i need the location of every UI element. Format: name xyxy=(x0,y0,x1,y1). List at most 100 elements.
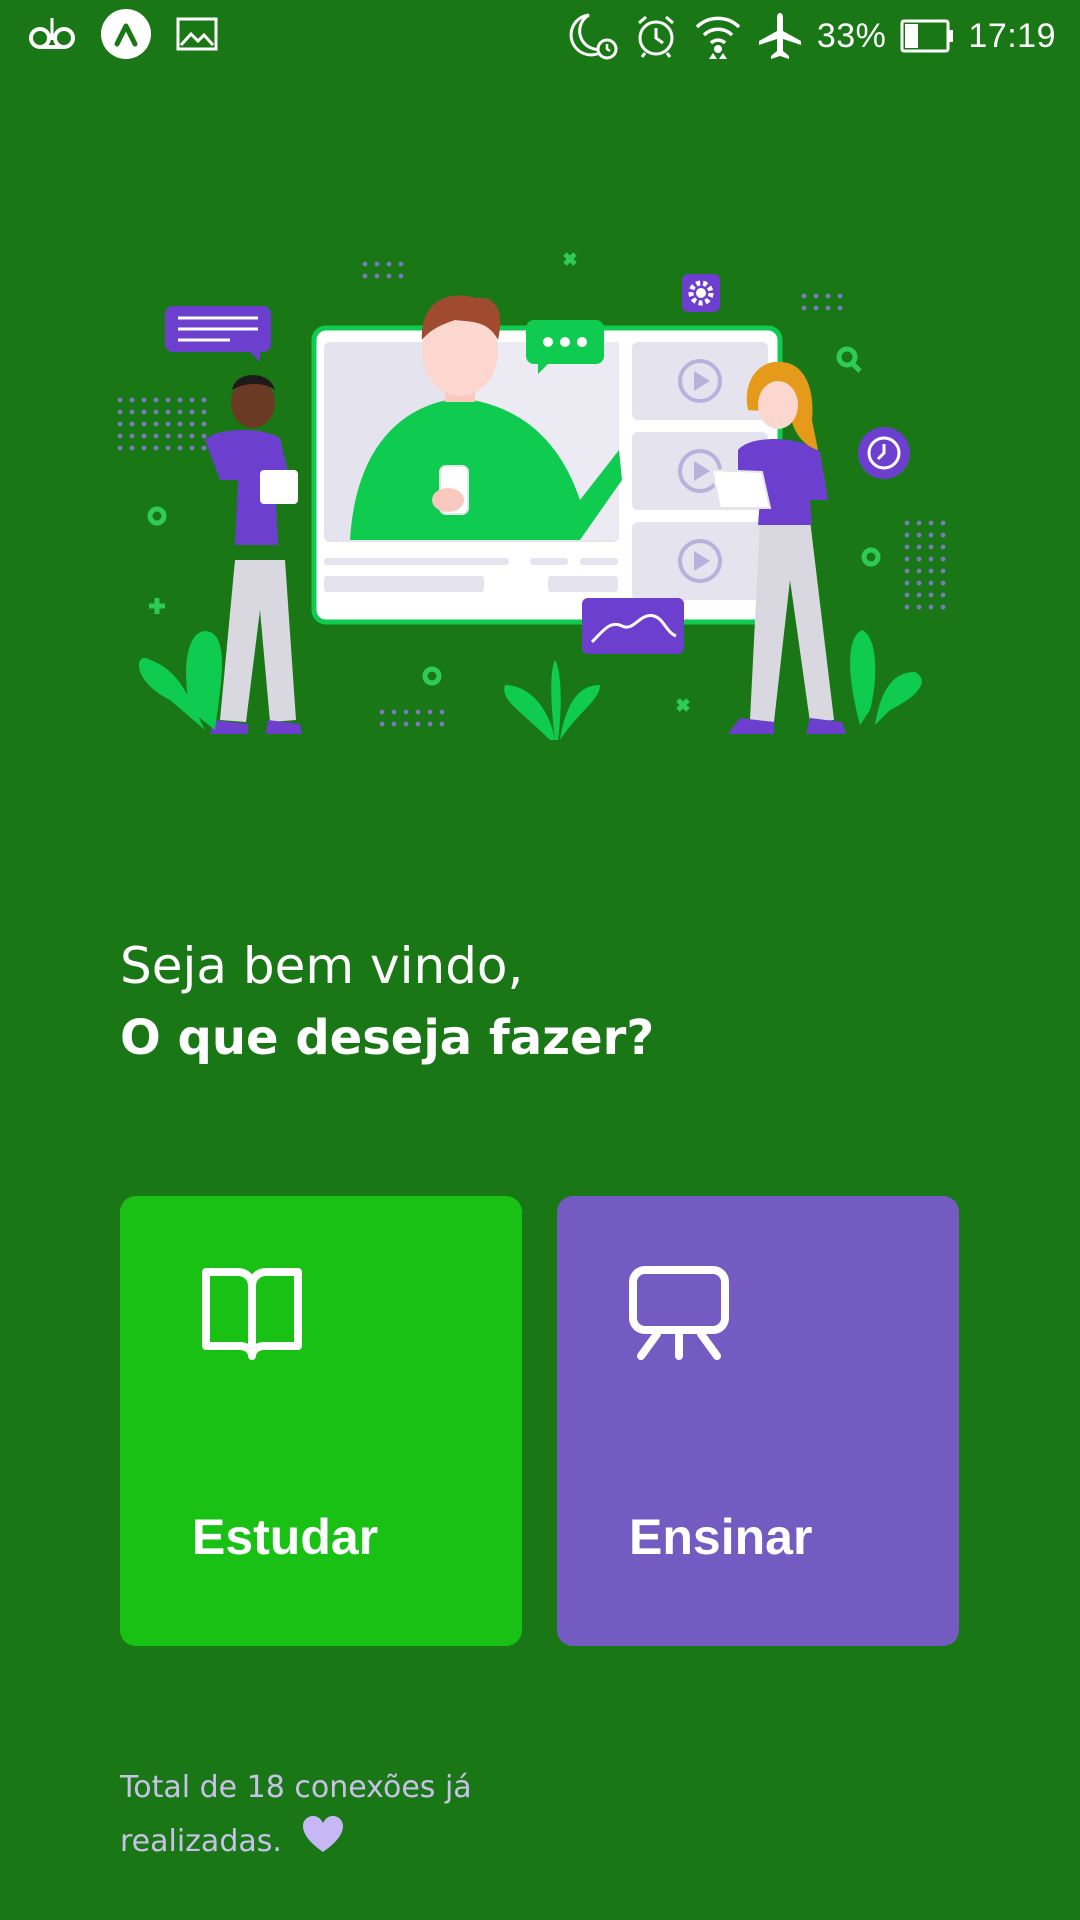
decor-dot xyxy=(415,709,421,715)
decor-dot xyxy=(904,544,910,550)
decor-dot xyxy=(940,592,946,598)
decor-dot xyxy=(153,433,159,439)
connections-counter: Total de 18 conexões já realizadas. xyxy=(120,1762,540,1871)
decor-dot xyxy=(439,709,445,715)
decor-dot xyxy=(904,532,910,538)
decor-dot xyxy=(928,556,934,562)
decor-dot xyxy=(189,433,195,439)
decor-dot xyxy=(189,397,195,403)
greeting: Seja bem vindo, O que deseja fazer? xyxy=(120,930,980,1074)
decor-dot xyxy=(374,261,380,267)
decor-dot xyxy=(129,409,135,415)
decor-dot xyxy=(177,397,183,403)
decor-dot xyxy=(928,592,934,598)
hero-illustration xyxy=(110,240,970,760)
decor-dot xyxy=(916,568,922,574)
decor-dot xyxy=(141,421,147,427)
decor-dot xyxy=(904,580,910,586)
decor-dot xyxy=(117,397,123,403)
decor-dot xyxy=(141,445,147,451)
decor-dot xyxy=(813,305,819,311)
decor-dot xyxy=(801,305,807,311)
decor-dot xyxy=(825,305,831,311)
decor-dot xyxy=(117,433,123,439)
airplane-mode-icon xyxy=(757,11,803,61)
decor-dot xyxy=(916,532,922,538)
decor-dot xyxy=(129,397,135,403)
teach-button[interactable]: Ensinar xyxy=(557,1196,959,1646)
decor-dot xyxy=(398,261,404,267)
decor-dot xyxy=(165,433,171,439)
decor-dot xyxy=(201,397,207,403)
decor-dot xyxy=(904,604,910,610)
question-heading: O que deseja fazer? xyxy=(120,1010,655,1066)
decor-dot xyxy=(813,293,819,299)
do-not-disturb-alarm-icon xyxy=(567,11,619,61)
decor-dot xyxy=(837,293,843,299)
decor-dot xyxy=(165,445,171,451)
decor-dot xyxy=(928,544,934,550)
decor-dot xyxy=(928,532,934,538)
decor-dot xyxy=(427,721,433,727)
decor-dot xyxy=(189,409,195,415)
decor-dot xyxy=(129,421,135,427)
decor-dot xyxy=(916,580,922,586)
decor-dot xyxy=(153,445,159,451)
study-label: Estudar xyxy=(192,1509,379,1565)
decor-dot xyxy=(153,421,159,427)
decor-dot xyxy=(940,520,946,526)
decor-dot xyxy=(117,445,123,451)
app-badge-icon xyxy=(100,8,152,60)
decor-dot xyxy=(201,409,207,415)
decor-dot xyxy=(177,445,183,451)
battery-percent: 33% xyxy=(816,16,887,55)
decor-dot xyxy=(165,421,171,427)
decor-dot xyxy=(928,604,934,610)
teach-label: Ensinar xyxy=(629,1509,813,1565)
voicemail-icon xyxy=(28,14,76,54)
decor-dot xyxy=(403,721,409,727)
decor-dot xyxy=(916,556,922,562)
status-bar: 33% 17:19 xyxy=(0,0,1080,72)
connections-text-line2: realizadas. xyxy=(120,1824,282,1859)
welcome-text: Seja bem vindo, xyxy=(120,937,524,995)
decor-dot xyxy=(940,532,946,538)
decor-dot xyxy=(201,445,207,451)
decor-dot xyxy=(837,305,843,311)
decor-dot xyxy=(904,568,910,574)
decor-dot xyxy=(403,709,409,715)
decor-dot xyxy=(129,433,135,439)
decor-dot xyxy=(928,568,934,574)
decor-dot xyxy=(141,397,147,403)
clock: 17:19 xyxy=(968,16,1056,55)
wifi-icon xyxy=(693,13,743,59)
decor-dot xyxy=(916,592,922,598)
decor-dot xyxy=(177,409,183,415)
decor-dot xyxy=(189,445,195,451)
decor-dot xyxy=(928,580,934,586)
decor-dot xyxy=(391,709,397,715)
study-button[interactable]: Estudar xyxy=(120,1196,522,1646)
decor-dot xyxy=(201,433,207,439)
decor-dot xyxy=(801,293,807,299)
decor-dot xyxy=(386,273,392,279)
decor-dot xyxy=(940,604,946,610)
decor-dot xyxy=(379,709,385,715)
decor-dot xyxy=(904,520,910,526)
alarm-icon xyxy=(633,13,679,59)
decor-dot xyxy=(362,273,368,279)
decor-dot xyxy=(189,421,195,427)
connections-text-line1: Total de 18 conexões já xyxy=(120,1770,472,1805)
decor-dot xyxy=(117,409,123,415)
decor-dot xyxy=(916,604,922,610)
decor-dot xyxy=(374,273,380,279)
decor-dot xyxy=(904,556,910,562)
decor-dot xyxy=(391,721,397,727)
heart-icon xyxy=(301,1814,345,1871)
decor-dot xyxy=(427,709,433,715)
decor-dot xyxy=(165,409,171,415)
decor-dot xyxy=(940,568,946,574)
battery-icon xyxy=(900,19,954,53)
book-open-icon xyxy=(200,1264,304,1369)
decor-dot xyxy=(177,433,183,439)
